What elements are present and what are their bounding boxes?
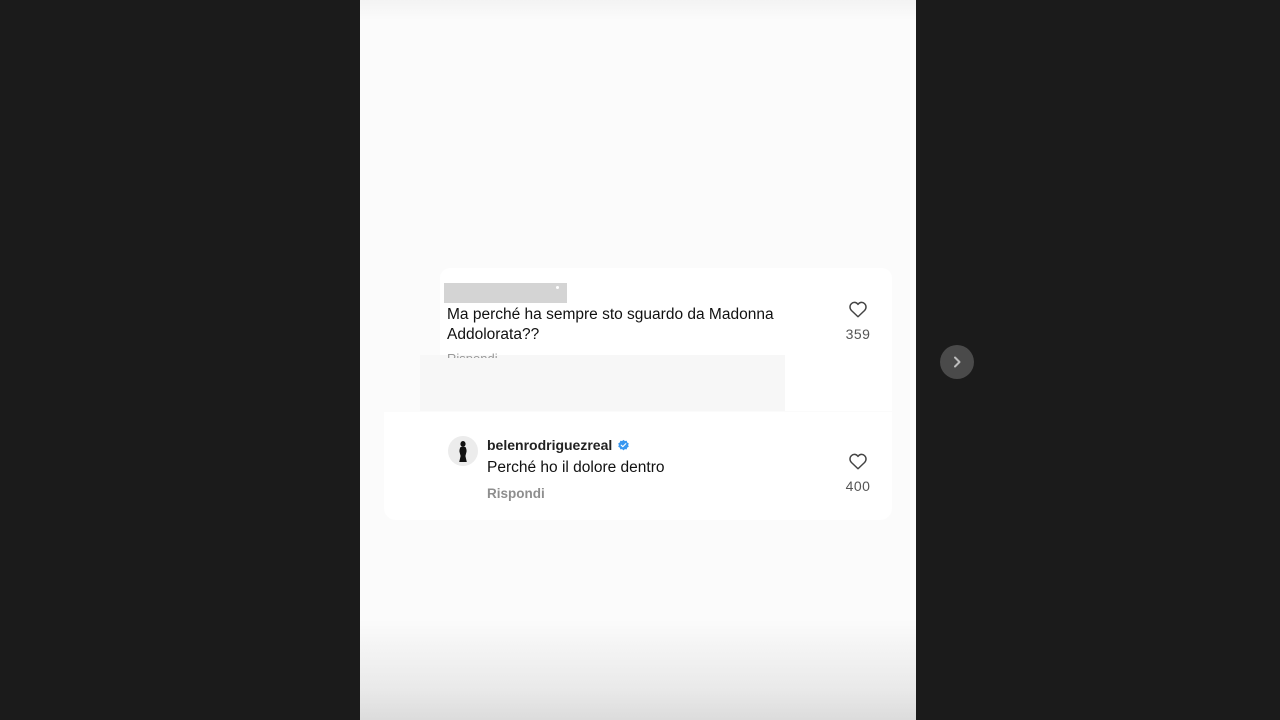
avatar[interactable] <box>448 436 478 466</box>
comment-text: Ma perché ha sempre sto sguardo da Madon… <box>447 306 774 343</box>
reply-like-button[interactable]: 400 <box>838 452 878 494</box>
next-story-button[interactable] <box>940 345 974 379</box>
reply-like-count: 400 <box>845 478 871 494</box>
reply-text: Perché ho il dolore dentro <box>487 459 665 476</box>
redacted-username <box>444 283 567 303</box>
avatar-silhouette-icon <box>459 441 467 462</box>
comment-reply-link-cropped: Rispondi <box>447 350 517 358</box>
story-frame[interactable]: Ma perché ha sempre sto sguardo da Madon… <box>360 0 916 720</box>
comment-card-overlay <box>420 355 892 411</box>
story-viewer: Ma perché ha sempre sto sguardo da Madon… <box>0 0 1280 720</box>
verified-badge-icon <box>618 439 630 450</box>
redaction-dot <box>556 286 559 289</box>
reply-button[interactable]: Rispondi <box>487 486 545 501</box>
chevron-right-icon <box>954 356 961 368</box>
reply-username[interactable]: belenrodriguezreal <box>487 437 612 453</box>
heart-outline-icon <box>849 301 867 318</box>
comment-like-count: 359 <box>845 326 871 342</box>
reply-username-row: belenrodriguezreal <box>487 436 630 454</box>
heart-outline-icon <box>849 453 867 470</box>
blurred-overlay <box>420 355 785 411</box>
comment-like-button[interactable]: 359 <box>838 300 878 342</box>
